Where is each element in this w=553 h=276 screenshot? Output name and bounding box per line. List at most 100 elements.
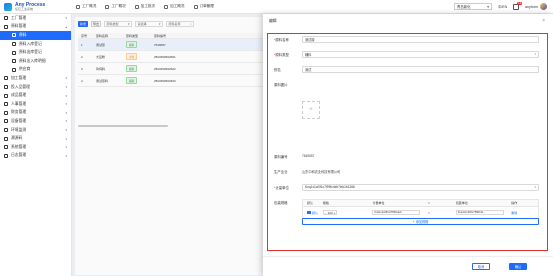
chevron-down-icon: ▾ xyxy=(487,4,489,9)
brand[interactable]: Any Process 任亿工业系统 xyxy=(0,0,72,14)
drawer-header: 编辑 × xyxy=(263,14,553,28)
default-checkbox[interactable] xyxy=(307,210,311,215)
alias-input[interactable]: 测试 xyxy=(302,66,539,73)
product-icon xyxy=(4,93,8,98)
topnav-factory[interactable]: 工厂概况 xyxy=(76,4,96,9)
sidebar-item-inbound[interactable]: 原料入库登记 xyxy=(0,40,71,49)
sidebar-item-material-list[interactable]: 原料 xyxy=(0,31,71,40)
spec-table-header: 默认 规格 计量单位 = 包装单位 操作 xyxy=(303,200,538,207)
outbound-icon xyxy=(12,50,16,55)
detail-icon xyxy=(12,59,16,64)
pack-unit-select[interactable]: Kuq1x1ci0f1c7f99fc4e... xyxy=(455,209,504,216)
topnav-order[interactable]: 订单管理 xyxy=(193,4,214,9)
user-menu[interactable]: anyform xyxy=(525,3,547,10)
top-bar: Any Process 任亿工业系统 工厂概况 工厂概况 加工批次 加工概况 订… xyxy=(0,0,553,14)
unit-select[interactable]: Kuq1x1ci0f1c7f99fc4eb7bfc1b1266 ▾ xyxy=(302,184,539,191)
home-icon xyxy=(105,4,110,9)
add-spec-button[interactable]: + 添加规格 xyxy=(302,218,539,225)
environment-icon xyxy=(4,128,8,133)
sidebar-item-material[interactable]: 原料管理 ▴ xyxy=(0,23,71,32)
brand-subtitle: 任亿工业系统 xyxy=(15,6,34,11)
code-value: 7649657 xyxy=(302,154,315,158)
plus-icon: + xyxy=(412,219,415,224)
gear-icon xyxy=(4,145,8,150)
sidebar-item-system[interactable]: 系统管理 ▾ xyxy=(0,143,71,152)
inbound-icon xyxy=(12,42,16,47)
topnav-process[interactable]: 加工概况 xyxy=(164,4,185,9)
bell-icon[interactable]: 12 xyxy=(513,1,523,10)
chevron-down-icon: ▾ xyxy=(65,136,67,141)
chevron-down-icon: ▾ xyxy=(65,102,67,107)
type-label: *原料类型 xyxy=(274,53,289,57)
language-switch[interactable]: 中/EN xyxy=(498,4,507,9)
org-select[interactable]: 青岛新化 ▾ xyxy=(453,3,492,10)
type-select[interactable]: 辅料 ▾ xyxy=(302,51,539,58)
device-icon xyxy=(4,119,8,124)
name-input[interactable]: 测试原 xyxy=(302,36,539,43)
confirm-button[interactable]: 确认 xyxy=(509,263,527,270)
sidebar-item-finance[interactable]: 财务管理 ▾ xyxy=(0,109,71,118)
sidebar-item-detail[interactable]: 原料出入库明细 xyxy=(0,57,71,66)
cancel-button[interactable]: 取消 xyxy=(472,263,490,270)
equals-sign: = xyxy=(427,210,430,215)
chevron-down-icon: ▾ xyxy=(65,93,67,98)
minus-icon[interactable]: − xyxy=(325,211,327,215)
finance-icon xyxy=(4,110,8,115)
topnav-home[interactable]: 工厂概况 xyxy=(105,4,126,9)
log-icon xyxy=(4,153,8,158)
edit-form: *原料名称 测试原 *原料类型 辅料 ▾ 别名 测试 原料图片 + 原料编号 76… xyxy=(267,33,548,251)
chevron-down-icon: ▾ xyxy=(65,110,67,115)
delete-link[interactable]: 删除 xyxy=(511,211,538,215)
chevron-down-icon: ▾ xyxy=(65,119,67,124)
chevron-down-icon: ▾ xyxy=(65,16,67,21)
maker-label: 生产企业 xyxy=(274,170,288,174)
process-icon xyxy=(4,76,8,81)
name-label: *原料名称 xyxy=(274,38,289,42)
sidebar-item-inputs[interactable]: 投入品管理 ▾ xyxy=(0,83,71,92)
chevron-down-icon: ▾ xyxy=(65,76,67,81)
chevron-down-icon: ▾ xyxy=(65,145,67,150)
chevron-up-icon: ▴ xyxy=(65,24,67,29)
chevron-down-icon: ▾ xyxy=(65,153,67,158)
spec-label: 包装规格 xyxy=(274,201,288,205)
sidebar-item-product[interactable]: 成品管理 ▾ xyxy=(0,91,71,100)
sidebar-item-process[interactable]: 加工管理 ▾ xyxy=(0,74,71,83)
spec-unit-select[interactable]: Kuq1x1ci0f1c7f99fc4eb... xyxy=(372,209,421,216)
sidebar-item-outbound[interactable]: 原料出库登记 xyxy=(0,48,71,57)
spec-row: 默认 −100 + Kuq1x1ci0f1c7f99fc4eb... = Kuq1… xyxy=(303,207,538,218)
chevron-down-icon: ▾ xyxy=(65,128,67,133)
supplier-icon xyxy=(12,67,16,72)
sidebar-item-hr[interactable]: 人事管理 ▾ xyxy=(0,100,71,109)
avatar xyxy=(540,3,547,10)
alias-label: 别名 xyxy=(274,68,281,72)
chevron-down-icon: ▾ xyxy=(534,185,536,190)
plus-icon[interactable]: + xyxy=(334,211,336,215)
batch-icon xyxy=(134,4,139,9)
sidebar-item-supplier[interactable]: 供应商 xyxy=(0,66,71,75)
code-label: 原料编号 xyxy=(274,155,288,159)
quantity-stepper[interactable]: −100 + xyxy=(322,209,338,216)
qrcode-icon xyxy=(4,136,8,141)
sidebar-item-device[interactable]: 设备管理 ▾ xyxy=(0,117,71,126)
logo-icon xyxy=(4,2,12,11)
sidebar-item-env[interactable]: 环境监测 ▾ xyxy=(0,126,71,135)
drawer-footer: 取消 确认 xyxy=(263,256,553,276)
drawer-overlay[interactable] xyxy=(72,14,266,276)
sidebar-item-factory[interactable]: 工厂管理 ▾ xyxy=(0,14,71,23)
notification-badge: 12 xyxy=(517,1,523,5)
image-upload[interactable]: + xyxy=(302,101,320,119)
sidebar-item-log[interactable]: 日志管理 ▾ xyxy=(0,152,71,161)
chevron-down-icon: ▾ xyxy=(534,52,536,57)
top-nav: 工厂概况 工厂概况 加工批次 加工概况 订单管理 xyxy=(72,4,214,9)
topnav-batch[interactable]: 加工批次 xyxy=(134,4,155,9)
close-icon[interactable]: × xyxy=(542,18,545,24)
material-icon xyxy=(4,24,8,29)
order-icon xyxy=(193,4,198,9)
sidebar: 工厂管理 ▾ 原料管理 ▴ 原料 原料入库登记 原料出库登记 原料出入库明细 供应商… xyxy=(0,14,72,276)
person-icon xyxy=(4,102,8,107)
unit-label: *计量单位 xyxy=(274,186,289,190)
username: anyform xyxy=(525,4,538,9)
spec-table: 默认 规格 计量单位 = 包装单位 操作 默认 −100 + Kuq1x1ci0f… xyxy=(302,199,539,219)
sidebar-item-trace[interactable]: 溯源码 ▾ xyxy=(0,134,71,143)
edit-drawer: 编辑 × *原料名称 测试原 *原料类型 辅料 ▾ 别名 测试 原料图片 + 原料… xyxy=(263,14,553,276)
